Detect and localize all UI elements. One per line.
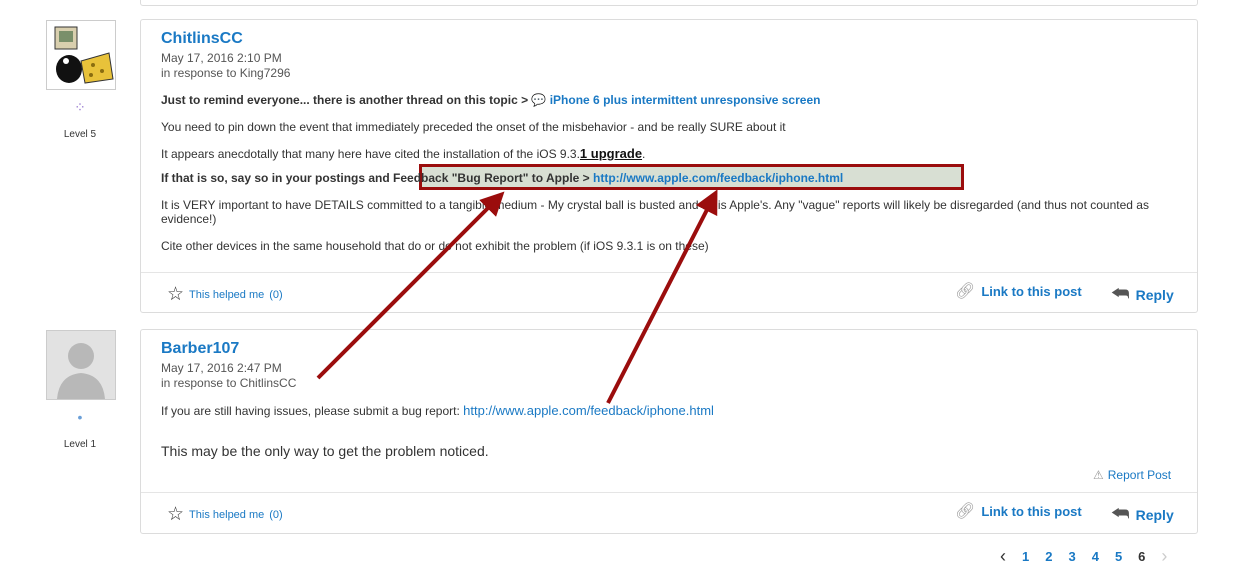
anecdotal-period: . bbox=[642, 147, 646, 161]
previous-page-chevron-icon[interactable]: ‹ bbox=[1000, 546, 1006, 567]
reply-arrow-icon: ⮪ bbox=[1111, 283, 1130, 305]
current-page: 6 bbox=[1138, 549, 1146, 564]
helped-count: (0) bbox=[269, 508, 283, 521]
reply-label: Reply bbox=[1135, 286, 1174, 303]
reply-button[interactable]: ⮪ Reply bbox=[1111, 503, 1174, 526]
anecdotal-text: It appears anecdotally that many here ha… bbox=[161, 147, 580, 161]
helped-button[interactable]: ☆ This helped me (0) bbox=[167, 285, 283, 304]
post-line-bug-report: If you are still having issues, please s… bbox=[161, 403, 1161, 418]
post-line-noticed: This may be the only way to get the prob… bbox=[161, 443, 489, 459]
user-rank-dots-icon: ⁘ bbox=[74, 99, 86, 115]
warning-icon: ⚠ bbox=[1093, 468, 1104, 482]
chain-link-icon: 🔗︎ bbox=[955, 503, 976, 520]
previous-post-card-edge bbox=[140, 0, 1198, 6]
post-card-chitlinscc: ChitlinsCC May 17, 2016 2:10 PM in respo… bbox=[140, 19, 1198, 313]
user-level-label: Level 5 bbox=[63, 129, 97, 140]
bug-report-text: If you are still having issues, please s… bbox=[161, 404, 464, 418]
link-to-post-label: Link to this post bbox=[981, 283, 1082, 299]
upgrade-text: 1 upgrade bbox=[579, 146, 643, 161]
post-line-devices: Cite other devices in the same household… bbox=[161, 239, 709, 253]
speech-bubble-icon: 💬 bbox=[531, 93, 547, 107]
helped-button[interactable]: ☆ This helped me (0) bbox=[167, 505, 283, 524]
link-to-post-label: Link to this post bbox=[981, 503, 1082, 519]
default-avatar-icon bbox=[47, 331, 115, 399]
post-line-pin-down: You need to pin down the event that imme… bbox=[161, 120, 786, 134]
post-in-response[interactable]: in response to King7296 bbox=[161, 66, 290, 80]
link-to-post-button[interactable]: 🔗︎ Link to this post bbox=[955, 281, 1082, 301]
post-author[interactable]: ChitlinsCC bbox=[161, 30, 243, 48]
feedback-link[interactable]: http://www.apple.com/feedback/iphone.htm… bbox=[593, 171, 843, 185]
thread-link[interactable]: iPhone 6 plus intermittent unresponsive … bbox=[550, 93, 821, 107]
reply-button[interactable]: ⮪ Reply bbox=[1111, 283, 1174, 306]
chain-link-icon: 🔗︎ bbox=[955, 283, 976, 300]
helped-count: (0) bbox=[269, 288, 283, 301]
next-page-chevron-icon: › bbox=[1161, 546, 1168, 566]
post-author[interactable]: Barber107 bbox=[161, 340, 239, 358]
report-post-button[interactable]: ⚠ Report Post bbox=[1093, 468, 1171, 482]
user-level-label: Level 1 bbox=[63, 439, 97, 450]
post-date: May 17, 2016 2:47 PM bbox=[161, 361, 282, 375]
post-card-barber107: Barber107 May 17, 2016 2:47 PM in respon… bbox=[140, 329, 1198, 534]
post-date: May 17, 2016 2:10 PM bbox=[161, 51, 282, 65]
avatar-chitlinscc[interactable] bbox=[46, 20, 116, 90]
helped-label: This helped me bbox=[189, 508, 265, 521]
post-footer: ☆ This helped me (0) 🔗︎ Link to this pos… bbox=[141, 492, 1197, 533]
page-link-1[interactable]: 1 bbox=[1022, 549, 1029, 564]
bug-report-link[interactable]: http://www.apple.com/feedback/iphone.htm… bbox=[463, 403, 714, 418]
avatar-barber107[interactable] bbox=[46, 330, 116, 400]
star-icon: ☆ bbox=[167, 284, 185, 305]
post-footer: ☆ This helped me (0) 🔗︎ Link to this pos… bbox=[141, 272, 1197, 313]
reply-label: Reply bbox=[1135, 506, 1174, 523]
post-in-response[interactable]: in response to ChitlinsCC bbox=[161, 376, 296, 390]
post-line-thread-reminder: Just to remind everyone... there is anot… bbox=[161, 93, 1161, 107]
page-link-5[interactable]: 5 bbox=[1115, 549, 1122, 564]
post-line-details: It is VERY important to have DETAILS com… bbox=[161, 198, 1149, 226]
post-line-feedback: If that is so, say so in your postings a… bbox=[161, 171, 1161, 185]
user-rank-dot-icon: • bbox=[77, 409, 83, 425]
feedback-prefix-text: If that is so, say so in your postings a… bbox=[161, 171, 394, 185]
thread-reminder-text: Just to remind everyone... there is anot… bbox=[161, 93, 532, 107]
avatar-image bbox=[47, 21, 115, 89]
page-link-4[interactable]: 4 bbox=[1092, 549, 1099, 564]
star-icon: ☆ bbox=[167, 504, 185, 525]
link-to-post-button[interactable]: 🔗︎ Link to this post bbox=[955, 501, 1082, 521]
feedback-highlight-text: Feedback "Bug Report" to Apple > bbox=[393, 171, 594, 185]
helped-label: This helped me bbox=[189, 288, 265, 301]
post-line-anecdotal: It appears anecdotally that many here ha… bbox=[161, 146, 1161, 161]
page-link-2[interactable]: 2 bbox=[1045, 549, 1052, 564]
report-post-label: Report Post bbox=[1107, 468, 1172, 482]
page-link-3[interactable]: 3 bbox=[1068, 549, 1075, 564]
reply-arrow-icon: ⮪ bbox=[1111, 503, 1130, 525]
pagination: ‹ 1 2 3 4 5 6 › bbox=[1000, 546, 1167, 567]
